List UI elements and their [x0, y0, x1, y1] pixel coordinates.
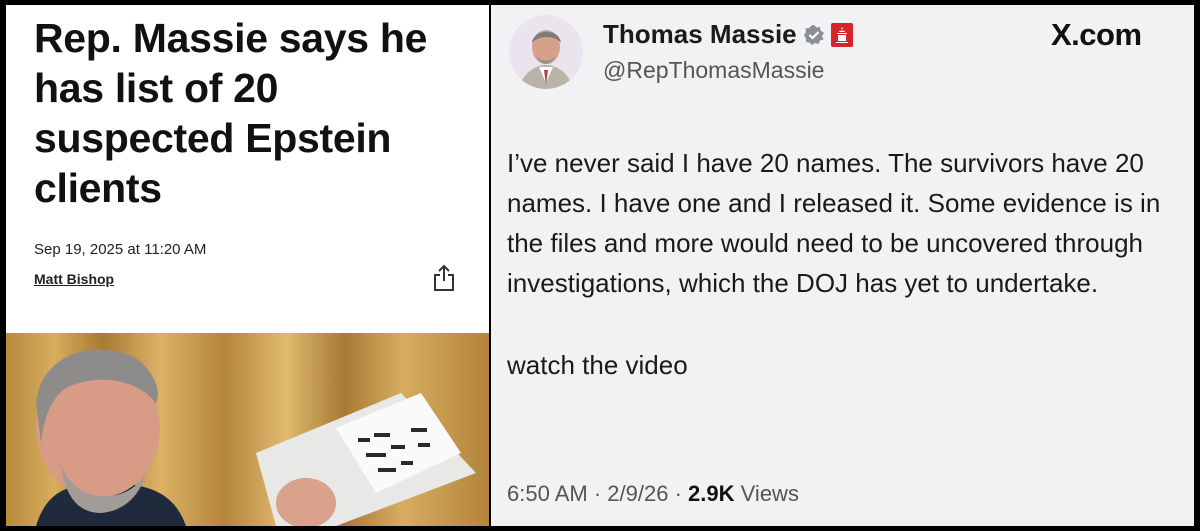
tweet-card: Thomas Massie @RepThomasMassie X.com I’v… — [491, 5, 1194, 526]
capitol-flag-icon — [830, 22, 853, 47]
user-handle[interactable]: @RepThomasMassie — [603, 57, 824, 84]
tweet-meta: 6:50 AM · 2/9/26 · 2.9K Views — [507, 481, 799, 507]
meta-separator: · — [593, 481, 602, 506]
article-panel: Rep. Massie says he has list of 20 suspe… — [6, 5, 489, 526]
article-headline[interactable]: Rep. Massie says he has list of 20 suspe… — [34, 13, 474, 213]
article-photo — [6, 333, 489, 526]
watch-video-link[interactable]: watch the video — [507, 345, 1177, 385]
tweet-author-row: Thomas Massie — [603, 19, 853, 50]
share-icon[interactable] — [431, 263, 457, 293]
tweet-body: I’ve never said I have 20 names. The sur… — [507, 143, 1177, 385]
meta-separator: · — [674, 481, 682, 506]
tweet-text: I’ve never said I have 20 names. The sur… — [507, 148, 1161, 298]
article-date: Sep 19, 2025 at 11:20 AM — [34, 241, 207, 258]
avatar[interactable] — [509, 15, 583, 89]
tweet-date[interactable]: 2/9/26 — [607, 481, 668, 506]
verified-badge-icon — [803, 24, 824, 45]
site-label: X.com — [1051, 17, 1142, 52]
views-label: Views — [740, 481, 799, 506]
tweet-time[interactable]: 6:50 AM — [507, 481, 588, 506]
views-count: 2.9K — [688, 481, 735, 506]
display-name[interactable]: Thomas Massie — [603, 19, 797, 50]
author-link[interactable]: Matt Bishop — [34, 271, 114, 287]
